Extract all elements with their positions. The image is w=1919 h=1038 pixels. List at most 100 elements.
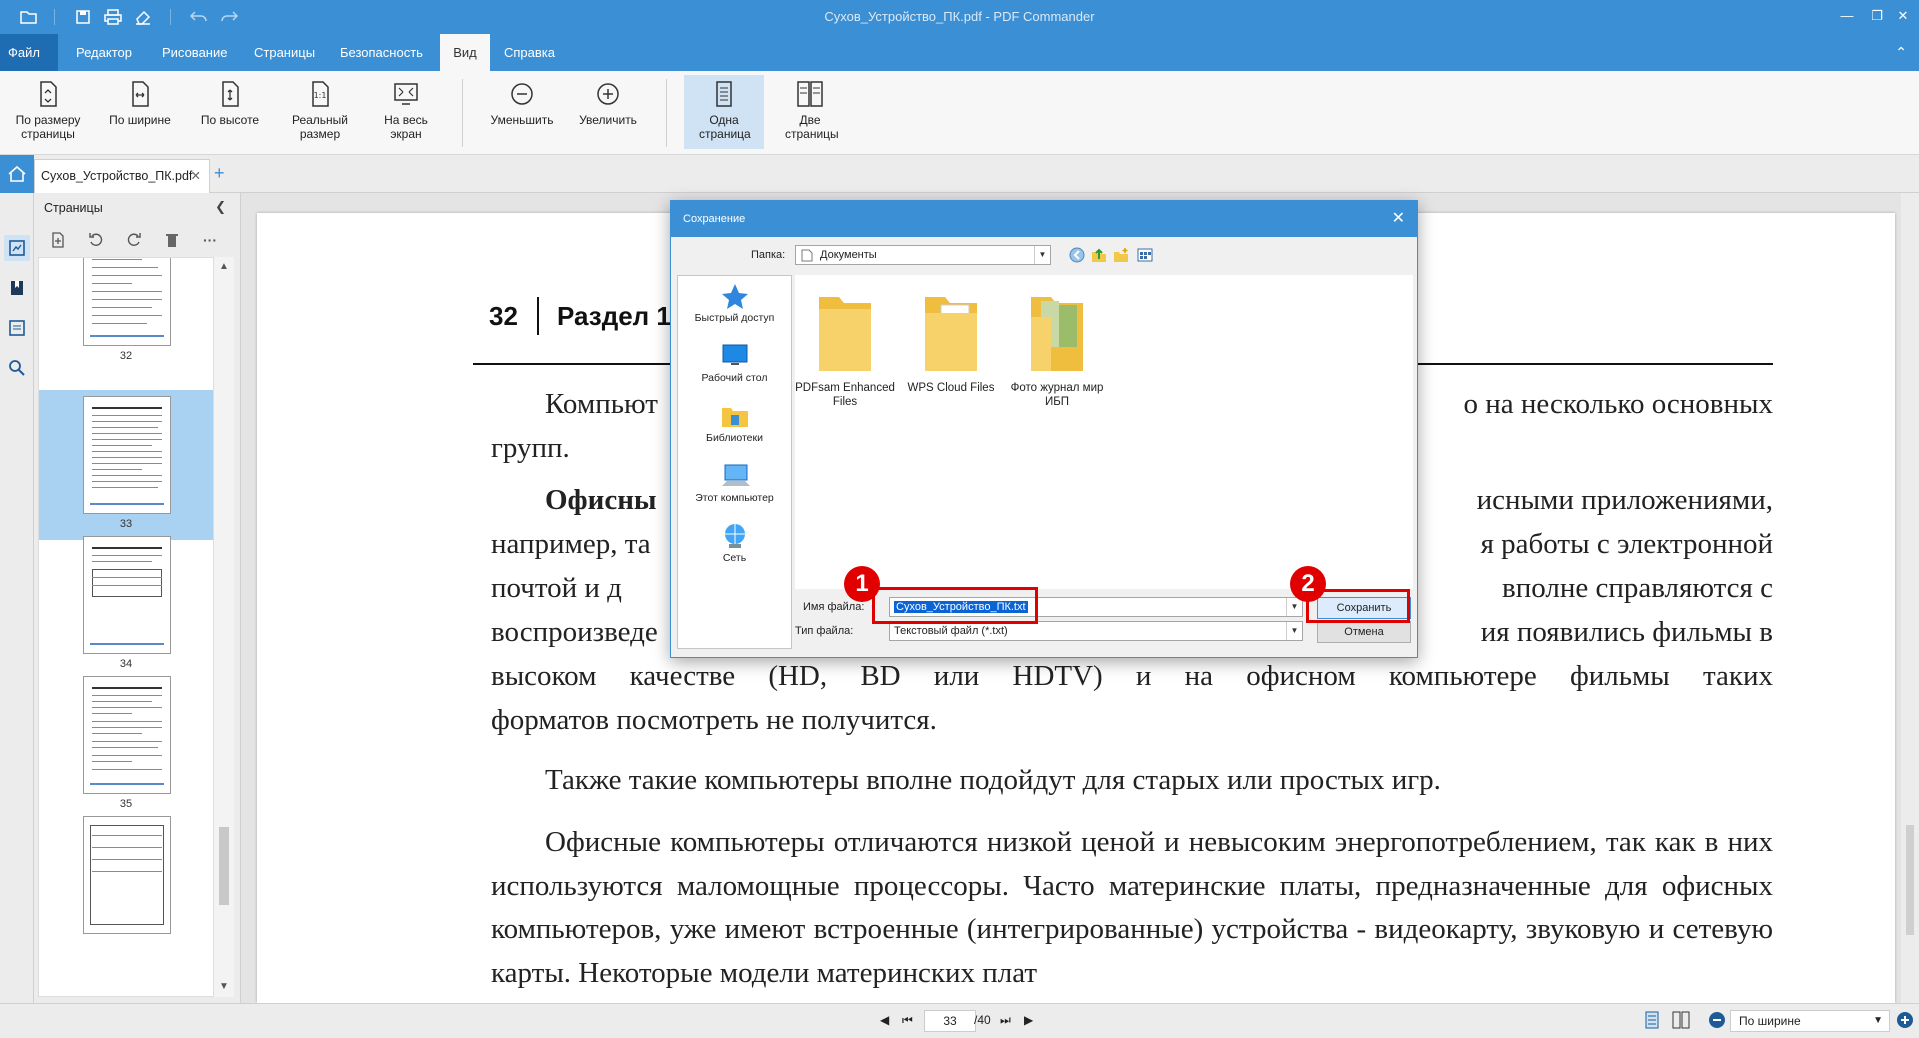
two-pages-button[interactable]: Две страницы	[770, 75, 850, 149]
fullscreen-button[interactable]: На весь экран	[368, 75, 444, 149]
notes-icon	[9, 320, 25, 336]
fit-height-button[interactable]: По высоте	[190, 75, 270, 149]
thumbnail-page-35[interactable]: 35	[39, 670, 213, 820]
tab-document[interactable]: Сухов_Устройство_ПК.pdf ✕	[34, 159, 210, 193]
place-libraries[interactable]: Библиотеки	[678, 402, 791, 444]
more-icon[interactable]: ···	[198, 229, 222, 251]
menu-security[interactable]: Безопасность	[328, 34, 435, 71]
fit-width-button[interactable]: По ширине	[100, 75, 180, 149]
zoom-select[interactable]: По ширине ▼	[1730, 1010, 1890, 1032]
fit-width-icon	[132, 81, 149, 107]
delete-page-icon[interactable]	[160, 229, 184, 251]
folder-icon	[925, 297, 977, 371]
rotate-right-icon[interactable]	[122, 229, 146, 251]
place-quick-access[interactable]: Быстрый доступ	[678, 282, 791, 324]
place-this-pc[interactable]: Этот компьютер	[678, 462, 791, 504]
two-page-view-icon[interactable]	[1672, 1011, 1690, 1032]
pages-panel-title: Страницы	[44, 201, 103, 215]
thumbnail-page-34[interactable]: 34	[39, 530, 213, 680]
paragraph-text: вполне справляются с	[1502, 572, 1773, 604]
menu-pages[interactable]: Страницы	[242, 34, 327, 71]
scrollbar-thumb[interactable]	[1906, 825, 1914, 935]
thumbnail-scrollbar[interactable]: ▲ ▼	[214, 257, 234, 997]
chevron-down-icon: ▼	[1286, 622, 1302, 640]
paragraph-3: Также такие компьютеры вполне подойдут д…	[545, 764, 1441, 796]
menu-file[interactable]: Файл ▼	[0, 34, 58, 96]
folder-item[interactable]: WPS Cloud Files	[901, 287, 1001, 395]
document-scrollbar[interactable]	[1901, 193, 1919, 1003]
paragraph-text: я работы с электронной	[1480, 528, 1773, 560]
cancel-button[interactable]: Отмена	[1317, 621, 1411, 643]
fit-height-icon	[222, 81, 239, 107]
annotations-button[interactable]	[4, 315, 30, 341]
new-folder-icon[interactable]	[1113, 247, 1129, 266]
actual-size-button[interactable]: 1:1 Реальный размер	[280, 75, 360, 149]
home-button[interactable]	[0, 155, 34, 193]
fit-page-button[interactable]: По размеру страницы	[8, 75, 88, 149]
place-label: Быстрый доступ	[694, 312, 775, 324]
next-page-icon[interactable]: ▶	[1024, 1013, 1033, 1027]
up-folder-icon[interactable]	[1091, 247, 1107, 266]
page-thumbnail	[83, 536, 171, 654]
rotate-left-icon[interactable]	[84, 229, 108, 251]
home-icon	[8, 165, 26, 182]
single-page-button[interactable]: Одна страница	[684, 75, 764, 149]
view-menu-icon[interactable]	[1137, 247, 1153, 266]
divider	[537, 297, 539, 335]
separator	[462, 79, 463, 147]
bookmarks-button[interactable]	[4, 275, 30, 301]
thumbnail-page-33[interactable]: 33	[39, 390, 213, 540]
search-button[interactable]	[4, 355, 30, 381]
scroll-up-icon[interactable]: ▲	[214, 261, 234, 272]
thumbnail-list: 32 33 34 35	[38, 257, 214, 997]
zoom-out-button[interactable]: Уменьшить	[482, 75, 562, 149]
add-tab-icon[interactable]: +	[214, 163, 225, 184]
network-icon	[724, 524, 745, 548]
collapse-panel-icon[interactable]: ❮	[215, 199, 226, 215]
thumbnail-page-36[interactable]	[39, 810, 213, 960]
collapse-ribbon-icon[interactable]: ⌃	[1895, 44, 1907, 61]
close-tab-icon[interactable]: ✕	[191, 160, 201, 192]
zoom-out-icon[interactable]	[1708, 1011, 1726, 1032]
zoom-out-icon	[511, 83, 533, 105]
close-icon[interactable]: ✕	[1890, 6, 1916, 26]
restore-icon[interactable]: ❐	[1864, 6, 1890, 26]
page-thumbnail	[83, 816, 171, 934]
scroll-down-icon[interactable]: ▼	[214, 981, 234, 992]
place-desktop[interactable]: Рабочий стол	[678, 342, 791, 384]
minimize-icon[interactable]: —	[1834, 6, 1860, 26]
single-page-view-icon[interactable]	[1644, 1011, 1660, 1032]
chapter-number: 32	[489, 301, 518, 331]
thumbnail-page-32[interactable]: 32	[39, 258, 213, 372]
dialog-close-icon[interactable]: ✕	[1392, 201, 1405, 237]
first-page-icon[interactable]: ⏮	[902, 1013, 913, 1028]
last-page-icon[interactable]: ⏭	[1000, 1013, 1011, 1028]
pages-panel-button[interactable]	[4, 235, 30, 261]
search-icon	[9, 360, 25, 376]
single-page-label: Одна страница	[699, 113, 751, 141]
prev-page-icon[interactable]: ◀	[880, 1013, 889, 1027]
folder-item-label: PDFsam Enhanced Files	[795, 382, 895, 408]
back-icon[interactable]	[1069, 247, 1085, 266]
zoom-in-icon[interactable]	[1896, 1011, 1914, 1032]
total-pages: /40	[974, 1013, 991, 1027]
folder-item[interactable]: PDFsam Enhanced Files	[795, 287, 895, 409]
menu-drawing[interactable]: Рисование	[150, 34, 239, 71]
filetype-select[interactable]: Текстовый файл (*.txt) ▼	[889, 621, 1303, 641]
window-title: Сухов_Устройство_ПК.pdf - PDF Commander	[824, 9, 1095, 24]
place-network[interactable]: Сеть	[678, 522, 791, 564]
insert-page-icon[interactable]	[46, 229, 70, 251]
menu-view[interactable]: Вид	[440, 34, 490, 71]
annotation-badge-2: 2	[1290, 566, 1326, 602]
zoom-in-button[interactable]: Увеличить	[568, 75, 648, 149]
scrollbar-thumb[interactable]	[219, 827, 229, 905]
menu-editor[interactable]: Редактор	[64, 34, 144, 71]
folder-label: Папка:	[751, 249, 786, 261]
star-icon	[721, 284, 748, 309]
folder-select[interactable]: Документы ▼	[795, 245, 1051, 265]
file-list[interactable]: PDFsam Enhanced Files WPS Cloud Files Фо…	[795, 275, 1413, 589]
menu-bar: Файл ▼ Редактор Рисование Страницы Безоп…	[0, 34, 1919, 96]
folder-item[interactable]: Фото журнал мир ИБП	[1007, 287, 1107, 409]
menu-help[interactable]: Справка	[492, 34, 567, 71]
page-number-input[interactable]: 33	[924, 1010, 976, 1032]
